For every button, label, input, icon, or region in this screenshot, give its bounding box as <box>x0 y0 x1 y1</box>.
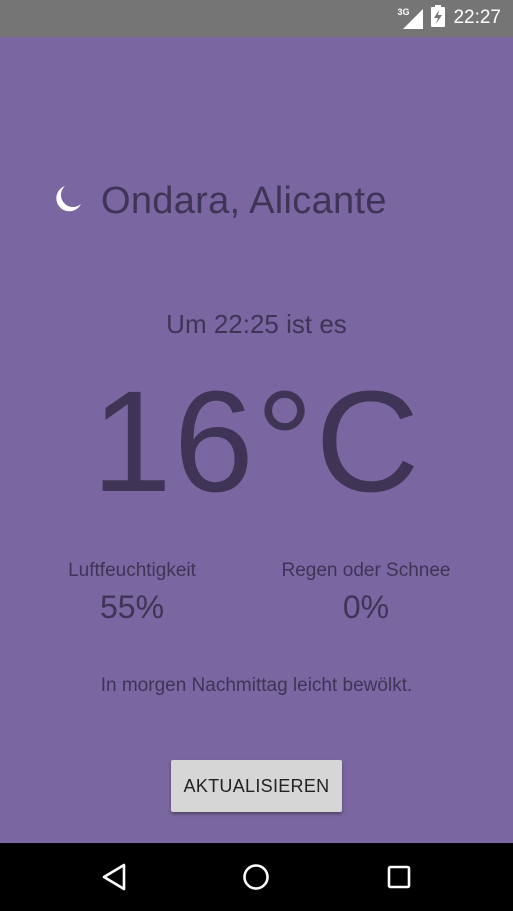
humidity-label: Luftfeuchtigkeit <box>68 560 196 581</box>
forecast-summary: In morgen Nachmittag leicht bewölkt. <box>100 675 413 696</box>
status-icons: 3G 22:27 <box>397 4 501 32</box>
signal-icon: 3G <box>397 7 424 29</box>
observation-time: Um 22:25 ist es <box>166 309 347 339</box>
precipitation-label: Regen oder Schnee <box>281 560 451 581</box>
location-name: Ondara, Alicante <box>101 179 387 222</box>
home-button[interactable] <box>236 857 276 897</box>
weather-screen: Ondara, Alicante Um 22:25 ist es 16°C Lu… <box>0 37 513 843</box>
humidity-stat: Luftfeuchtigkeit 55% <box>32 557 232 629</box>
refresh-button[interactable]: AKTUALISIEREN <box>171 760 342 812</box>
status-bar: 3G 22:27 <box>0 0 513 37</box>
humidity-value: 55% <box>99 589 165 625</box>
recents-icon <box>387 865 411 889</box>
temperature-value: 16°C <box>91 361 422 522</box>
battery-charging-icon <box>431 4 446 32</box>
back-icon <box>102 863 126 891</box>
location-header: Ondara, Alicante <box>55 177 387 225</box>
recents-button[interactable] <box>379 857 419 897</box>
navigation-bar <box>0 843 513 911</box>
precipitation-value: 0% <box>342 589 390 625</box>
home-icon <box>243 864 269 890</box>
precipitation-stat: Regen oder Schnee 0% <box>266 557 466 629</box>
moon-icon <box>55 184 83 219</box>
status-clock: 22:27 <box>453 7 501 28</box>
back-button[interactable] <box>94 857 134 897</box>
